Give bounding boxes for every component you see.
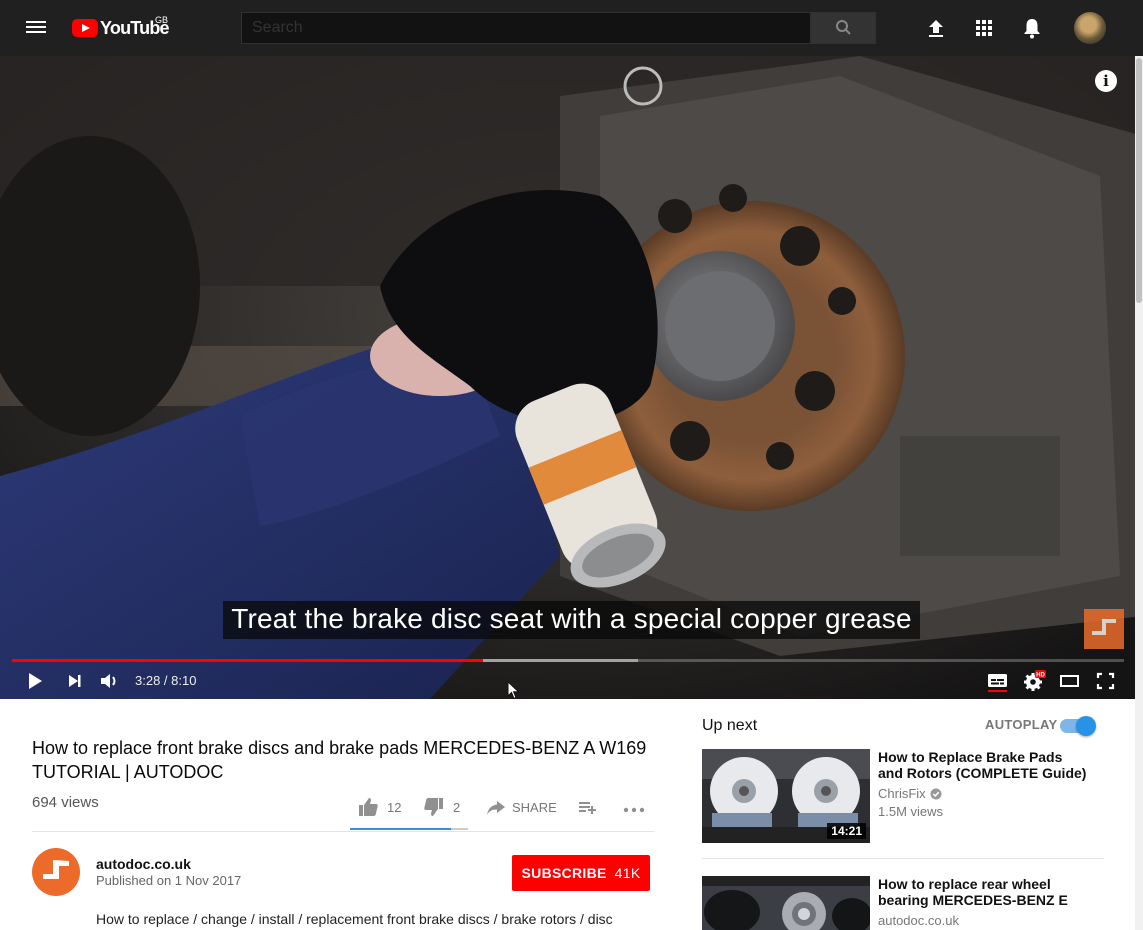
subscribe-button[interactable]: SUBSCRIBE 41K [512, 855, 650, 891]
upload-icon[interactable] [924, 16, 948, 40]
youtube-logo[interactable]: YouTube GB [72, 15, 170, 40]
time-display: 3:28 / 8:10 [135, 673, 197, 688]
scrollbar-thumb[interactable] [1136, 58, 1142, 303]
autodoc-logo [43, 860, 69, 879]
recommendation-views: 1.5M views [878, 804, 944, 819]
more-icon [623, 807, 645, 813]
notifications-icon[interactable] [1020, 16, 1044, 40]
region-code: GB [155, 15, 169, 25]
settings-button[interactable]: HD [1021, 670, 1047, 692]
thumbs-up-icon [359, 798, 378, 816]
recommendation-item[interactable]: 14:21 How to Replace Brake Pads and Roto… [702, 749, 1102, 843]
recommendation-channel-name: ChrisFix [878, 786, 926, 801]
sentiment-like-fill [350, 828, 452, 830]
menu-icon[interactable] [24, 18, 48, 38]
volume-button[interactable] [97, 670, 123, 692]
gear-icon: HD [1024, 670, 1046, 691]
thumbs-down-icon [424, 798, 443, 816]
search-input[interactable] [242, 13, 810, 43]
duration-badge: 14:21 [827, 823, 866, 839]
recommendation-channel: autodoc.co.uk [878, 913, 959, 928]
apps-icon[interactable] [972, 16, 996, 40]
dislike-button[interactable]: 2 [423, 792, 460, 822]
subtitles-button[interactable] [985, 670, 1011, 693]
progress-played [12, 659, 484, 662]
dislike-count: 2 [453, 799, 461, 815]
recommendation-title[interactable]: How to replace rear wheel bearing MERCED… [878, 876, 1088, 908]
sentiment-bar [350, 828, 468, 830]
video-player[interactable]: i Treat the brake disc seat with a speci… [0, 56, 1143, 699]
next-button[interactable] [62, 670, 88, 692]
caption-container: Treat the brake disc seat with a special… [0, 601, 1143, 639]
recommendation-thumbnail[interactable] [702, 876, 870, 930]
autoplay-toggle-knob[interactable] [1076, 716, 1096, 736]
search-icon [836, 20, 851, 35]
youtube-play-icon [72, 19, 98, 37]
play-button[interactable] [22, 670, 48, 692]
divider [32, 831, 654, 832]
masthead: YouTube GB [0, 0, 1143, 56]
more-actions-button[interactable] [622, 792, 646, 822]
share-icon [487, 801, 505, 815]
info-icon[interactable]: i [1095, 70, 1117, 92]
subscribe-label: SUBSCRIBE [521, 865, 607, 881]
player-controls: 3:28 / 8:10 HD [0, 666, 1143, 699]
caption-text: Treat the brake disc seat with a special… [223, 601, 920, 639]
mouse-cursor [507, 681, 520, 700]
channel-watermark[interactable] [1084, 609, 1124, 649]
playlist-add-icon [579, 802, 596, 814]
search-button[interactable] [811, 12, 876, 44]
theater-mode-button[interactable] [1057, 670, 1083, 692]
recommendation-channel-name: autodoc.co.uk [878, 913, 959, 928]
verified-icon [930, 788, 942, 799]
recommendation-title[interactable]: How to Replace Brake Pads and Rotors (CO… [878, 749, 1088, 781]
recommendation-channel: ChrisFix [878, 786, 942, 801]
recommendation-thumbnail[interactable]: 14:21 [702, 749, 870, 843]
progress-bar[interactable] [12, 659, 1124, 662]
video-title: How to replace front brake discs and bra… [32, 738, 647, 782]
save-to-playlist-button[interactable] [577, 792, 599, 822]
like-button[interactable]: 12 [357, 792, 401, 822]
video-description: How to replace / change / install / repl… [96, 911, 613, 927]
channel-name[interactable]: autodoc.co.uk [96, 856, 191, 872]
share-button[interactable]: SHARE [485, 792, 557, 822]
channel-avatar[interactable] [32, 848, 80, 896]
like-count: 12 [387, 799, 402, 815]
search-box [241, 12, 811, 44]
subscriber-count: 41K [614, 865, 641, 881]
divider [702, 858, 1104, 859]
autoplay-label: AUTOPLAY [985, 717, 1058, 732]
recommendation-item[interactable]: How to replace rear wheel bearing MERCED… [702, 876, 1102, 930]
publish-date: Published on 1 Nov 2017 [96, 873, 242, 888]
fullscreen-button[interactable] [1093, 670, 1119, 692]
user-avatar[interactable] [1074, 12, 1106, 44]
view-count: 694 views [32, 794, 99, 811]
up-next-heading: Up next [702, 717, 758, 734]
share-label: SHARE [512, 799, 557, 815]
hd-badge: HD [1036, 673, 1045, 679]
